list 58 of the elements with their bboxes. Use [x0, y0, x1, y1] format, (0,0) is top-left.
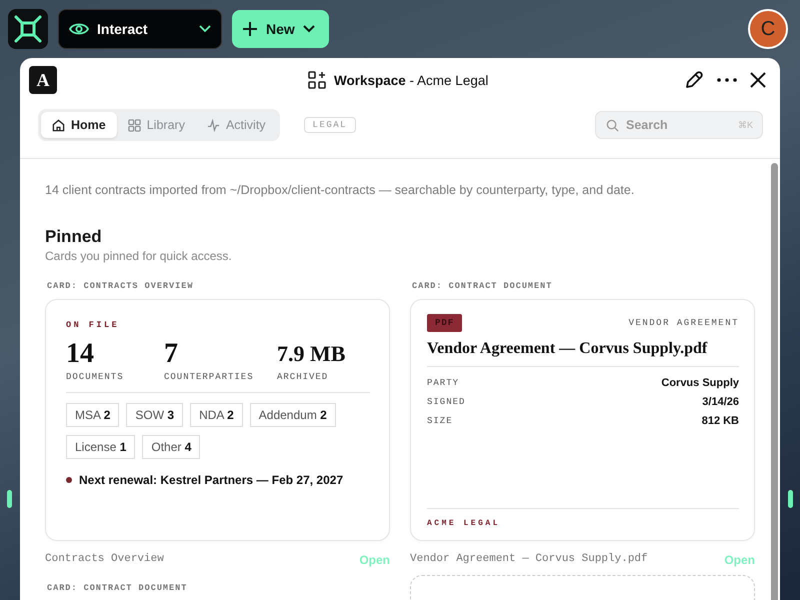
- section-subtitle: Cards you pinned for quick access.: [45, 249, 233, 263]
- field-value: 812 KB: [702, 414, 739, 426]
- type-tag: License 1: [66, 435, 136, 459]
- shortcut-hint: ⌘K: [738, 120, 753, 130]
- document-type: VENDOR AGREEMENT: [628, 318, 739, 328]
- grid-icon: [128, 118, 141, 132]
- card-caption: CARD: CONTRACT DOCUMENT: [47, 583, 188, 593]
- chevron-down-icon: [199, 25, 211, 33]
- chevron-down-icon: [302, 25, 315, 33]
- field-value: Corvus Supply: [661, 376, 739, 388]
- search-icon: [606, 119, 619, 132]
- pulse-icon: [206, 118, 220, 132]
- window-title: Workspace - Acme Legal: [334, 72, 488, 88]
- status-dot: [66, 477, 72, 483]
- card-name: Vendor Agreement — Corvus Supply.pdf: [410, 553, 648, 567]
- card-eyebrow: ON FILE: [66, 320, 120, 330]
- stat-label: COUNTERPARTIES: [164, 372, 255, 382]
- stat-value: 14: [66, 338, 95, 370]
- app-logo-icon[interactable]: [8, 9, 48, 49]
- add-widget-icon: [308, 71, 326, 89]
- file-type-badge: PDF: [427, 314, 462, 332]
- field-label: SIGNED: [427, 396, 466, 406]
- type-tag: Other 4: [142, 435, 200, 459]
- card-caption: CARD: CONTRACTS OVERVIEW: [47, 281, 194, 291]
- plus-icon: [242, 21, 258, 37]
- user-avatar[interactable]: C: [748, 9, 788, 49]
- intro-text: 14 client contracts imported from ~/Dropbox/client-contracts — searchable by counterparty, type, and date.: [45, 183, 636, 197]
- document-title: Vendor Agreement — Corvus Supply.pdf: [427, 340, 708, 358]
- more-icon[interactable]: [717, 78, 737, 82]
- close-icon[interactable]: [750, 72, 766, 88]
- stat-label: DOCUMENTS: [66, 372, 125, 382]
- type-tag: NDA 2: [190, 403, 243, 427]
- category-badge: LEGAL: [304, 117, 356, 133]
- card-caption: CARD: CONTRACT DOCUMENT: [412, 281, 554, 291]
- document-card[interactable]: PDF VENDOR AGREEMENT Vendor Agreement — Corvus Supply.pdf PARTY Corvus Supply SIGNED 3/14/26 SIZE 812 KB ACME LEGAL: [410, 299, 755, 541]
- type-tag: SOW 3: [126, 403, 184, 427]
- overview-card[interactable]: ON FILE 14 DOCUMENTS 7 COUNTERPARTIES 7.9 MB ARCHIVED MSA 2 SOW 3 NDA 2 Addendum 2 License 1 Other 4 Next renewal: Kestrel Partners — Feb 27, 2027: [45, 299, 390, 541]
- scrollbar[interactable]: [771, 163, 778, 600]
- card-name: Contracts Overview: [45, 553, 164, 567]
- section-title: Pinned: [45, 227, 103, 247]
- resize-handle[interactable]: [788, 490, 793, 508]
- mode-dropdown[interactable]: Interact: [58, 9, 222, 49]
- pencil-icon[interactable]: [684, 70, 704, 90]
- stat-label: ARCHIVED: [277, 372, 330, 382]
- field-label: PARTY: [427, 378, 460, 388]
- type-tag: MSA 2: [66, 403, 120, 427]
- field-label: SIZE: [427, 416, 453, 426]
- document-owner: ACME LEGAL: [427, 519, 502, 528]
- stat-value: 7: [164, 338, 179, 370]
- tab[interactable]: Home: [41, 112, 117, 138]
- renewal-note: Next renewal: Kestrel Partners — Feb 27, 2027: [79, 473, 344, 487]
- field-value: 3/14/26: [702, 396, 739, 408]
- stat-value: 7.9 MB: [277, 340, 346, 368]
- home-icon: [52, 118, 65, 132]
- new-button[interactable]: New: [232, 10, 329, 48]
- workspace-logo: A: [29, 66, 57, 94]
- type-tag: Addendum 2: [250, 403, 336, 427]
- resize-handle[interactable]: [7, 490, 12, 508]
